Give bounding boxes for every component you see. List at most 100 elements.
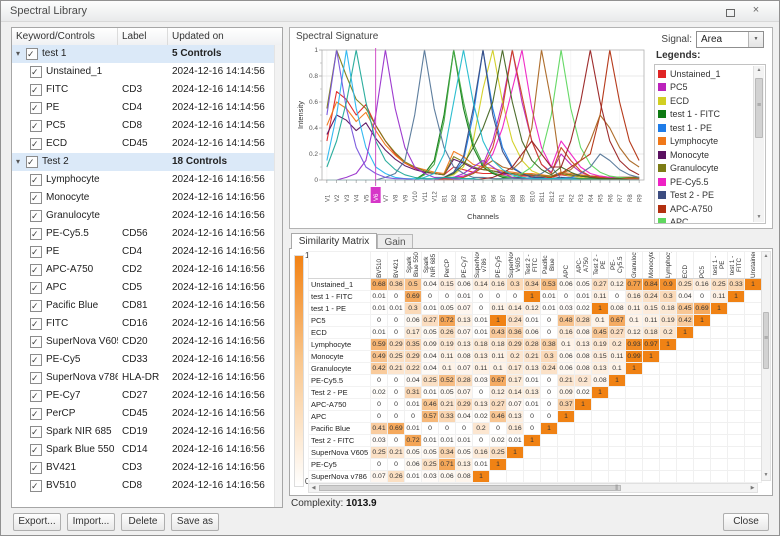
library-group-row[interactable]: Test 218 Controls xyxy=(12,153,275,171)
control-checkbox[interactable] xyxy=(30,174,42,186)
library-group-row[interactable]: test 15 Controls xyxy=(12,45,275,63)
library-control-row[interactable]: PE-Cy5.5CD562024-12-16 14:16:56 xyxy=(12,225,275,243)
library-control-row[interactable]: PECD42024-12-16 14:16:56 xyxy=(12,243,275,261)
control-checkbox[interactable] xyxy=(30,228,42,240)
column-header-keyword[interactable]: Keyword/Controls xyxy=(12,28,118,45)
control-checkbox[interactable] xyxy=(30,408,42,420)
group-checkbox[interactable] xyxy=(26,156,38,168)
matrix-cell: 0.03 xyxy=(422,471,439,483)
library-control-row[interactable]: APC-A750CD22024-12-16 14:16:56 xyxy=(12,261,275,279)
scroll-right-icon[interactable] xyxy=(748,484,757,492)
matrix-horizontal-scrollbar[interactable] xyxy=(308,483,758,493)
tab-gain[interactable]: Gain xyxy=(377,234,413,249)
library-control-row[interactable]: PE-Cy5CD332024-12-16 14:16:56 xyxy=(12,351,275,369)
title-bar[interactable]: Spectral Library × xyxy=(1,1,779,22)
matrix-vscroll-thumb[interactable] xyxy=(763,312,769,369)
matrix-cell xyxy=(694,375,711,387)
scroll-up-icon[interactable] xyxy=(762,252,770,261)
matrix-cell: 0.2 xyxy=(507,351,524,363)
library-control-row[interactable]: SuperNova v786HLA-DR2024-12-16 14:16:56 xyxy=(12,369,275,387)
import-button[interactable]: Import... xyxy=(67,513,115,531)
scroll-up-icon[interactable] xyxy=(754,66,764,75)
control-checkbox[interactable] xyxy=(30,138,42,150)
control-label: CD45 xyxy=(118,405,168,423)
matrix-hscroll-thumb[interactable] xyxy=(319,485,621,491)
matrix-cell: 0.06 xyxy=(405,315,422,327)
expander-icon[interactable] xyxy=(12,153,24,171)
control-checkbox[interactable] xyxy=(30,102,42,114)
legend-scroll-thumb[interactable] xyxy=(755,78,763,138)
library-control-row[interactable]: BV510CD82024-12-16 14:16:56 xyxy=(12,477,275,495)
scroll-down-icon[interactable] xyxy=(754,213,764,222)
control-checkbox[interactable] xyxy=(30,318,42,330)
control-checkbox[interactable] xyxy=(30,480,42,492)
library-control-row[interactable]: PE-Cy7CD272024-12-16 14:16:56 xyxy=(12,387,275,405)
control-checkbox[interactable] xyxy=(30,354,42,366)
close-button[interactable]: Close xyxy=(723,513,769,531)
control-checkbox[interactable] xyxy=(30,120,42,132)
library-control-row[interactable]: Monocyte2024-12-16 14:16:56 xyxy=(12,189,275,207)
library-control-row[interactable]: PerCPCD452024-12-16 14:16:56 xyxy=(12,405,275,423)
legend-scrollbar[interactable] xyxy=(753,66,764,222)
chevron-down-icon[interactable] xyxy=(748,32,763,47)
matrix-cell xyxy=(745,327,762,339)
matrix-cell: 0.06 xyxy=(558,351,575,363)
library-control-row[interactable]: Pacific BlueCD812024-12-16 14:16:56 xyxy=(12,297,275,315)
matrix-col-header: Test 2 - FITC xyxy=(524,252,541,279)
control-checkbox[interactable] xyxy=(30,372,42,384)
control-checkbox[interactable] xyxy=(30,264,42,276)
matrix-vertical-scrollbar[interactable] xyxy=(761,251,771,481)
library-control-row[interactable]: ECDCD452024-12-16 14:14:56 xyxy=(12,135,275,153)
library-control-row[interactable]: Spark NIR 685CD192024-12-16 14:16:56 xyxy=(12,423,275,441)
library-control-row[interactable]: FITCCD162024-12-16 14:16:56 xyxy=(12,315,275,333)
column-header-updated[interactable]: Updated on xyxy=(168,28,282,45)
matrix-row-label: SuperNova v786 xyxy=(309,471,371,483)
control-checkbox[interactable] xyxy=(30,444,42,456)
scroll-left-icon[interactable] xyxy=(309,484,318,492)
group-checkbox[interactable] xyxy=(26,48,38,60)
matrix-cell: 0.01 xyxy=(524,399,541,411)
export-button[interactable]: Export... xyxy=(13,513,61,531)
close-window-button[interactable]: × xyxy=(745,4,767,18)
library-control-row[interactable]: PC5CD82024-12-16 14:14:56 xyxy=(12,117,275,135)
save-as-button[interactable]: Save as xyxy=(171,513,219,531)
delete-button[interactable]: Delete xyxy=(121,513,165,531)
library-control-row[interactable]: Granulocyte2024-12-16 14:16:56 xyxy=(12,207,275,225)
matrix-cell: 0.04 xyxy=(422,363,439,375)
control-checkbox[interactable] xyxy=(30,66,42,78)
column-header-label[interactable]: Label xyxy=(118,28,168,45)
control-checkbox[interactable] xyxy=(30,462,42,474)
library-control-row[interactable]: Lymphocyte2024-12-16 14:16:56 xyxy=(12,171,275,189)
matrix-cell xyxy=(643,435,660,447)
library-control-row[interactable]: Unstained_12024-12-16 14:14:56 xyxy=(12,63,275,81)
matrix-cell xyxy=(592,399,609,411)
matrix-cell xyxy=(558,447,575,459)
matrix-col-header-text: APC-A750 xyxy=(576,252,590,278)
matrix-cell xyxy=(575,435,592,447)
control-checkbox[interactable] xyxy=(30,246,42,258)
library-control-row[interactable]: SuperNova V605CD202024-12-16 14:16:56 xyxy=(12,333,275,351)
scroll-down-icon[interactable] xyxy=(762,471,770,480)
legend-label: PC5 xyxy=(670,82,688,92)
maximize-button[interactable] xyxy=(719,4,741,18)
matrix-cell: 0.13 xyxy=(473,399,490,411)
signal-dropdown[interactable]: Area xyxy=(696,31,764,48)
library-control-row[interactable]: PECD42024-12-16 14:14:56 xyxy=(12,99,275,117)
tab-similarity-matrix[interactable]: Similarity Matrix xyxy=(291,233,377,249)
control-checkbox[interactable] xyxy=(30,426,42,438)
control-checkbox[interactable] xyxy=(30,210,42,222)
control-checkbox[interactable] xyxy=(30,192,42,204)
control-checkbox[interactable] xyxy=(30,336,42,348)
matrix-cell: 0 xyxy=(609,291,626,303)
library-control-row[interactable]: Spark Blue 550CD142024-12-16 14:16:56 xyxy=(12,441,275,459)
control-checkbox[interactable] xyxy=(30,300,42,312)
library-control-row[interactable]: FITCCD32024-12-16 14:14:56 xyxy=(12,81,275,99)
control-checkbox[interactable] xyxy=(30,390,42,402)
expander-icon[interactable] xyxy=(12,45,24,63)
x-tick-label: R1 xyxy=(560,194,566,202)
library-control-row[interactable]: BV421CD32024-12-16 14:16:56 xyxy=(12,459,275,477)
library-scrollbar[interactable] xyxy=(274,45,282,507)
control-checkbox[interactable] xyxy=(30,282,42,294)
library-control-row[interactable]: APCCD52024-12-16 14:16:56 xyxy=(12,279,275,297)
control-checkbox[interactable] xyxy=(30,84,42,96)
